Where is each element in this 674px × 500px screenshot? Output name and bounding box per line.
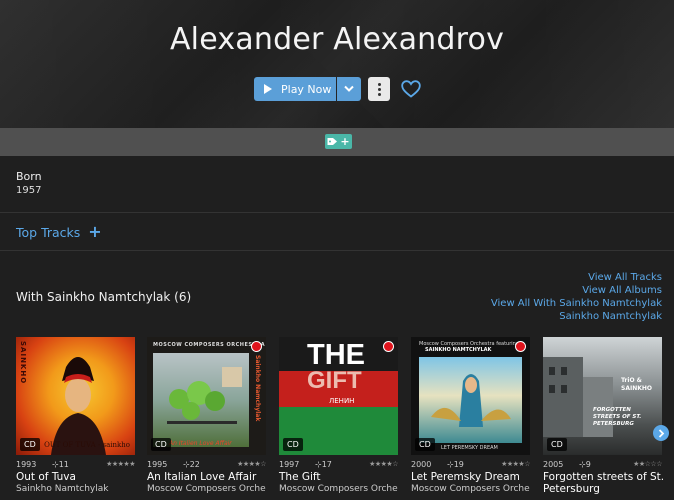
album-play-count: ⊹11 [52,459,69,469]
album-artist[interactable]: Sainkho Namtchylak [16,484,135,494]
album-card: THE GIFT ЛЕНИН CD 1997 ⊹17 ★★★★☆ The Gif… [279,337,398,494]
album-title[interactable]: Forgotten streets of St. Petersburg [543,471,665,495]
record-icon [515,341,526,352]
album-card: Moscow Composers Orchestra featuring SAI… [411,337,530,494]
rating-stars: ★★★★☆ [501,460,530,468]
tag-icon [327,138,338,145]
format-badge: CD [20,438,40,451]
cover-bottom-text: LET PEREMSKY DREAM [441,445,498,451]
more-options-button[interactable] [368,77,390,101]
album-artist[interactable]: Moscow Composers Orchestra [411,484,530,494]
cover-sub-text: SAINKHO NAMTCHYLAK [425,347,492,353]
record-icon [383,341,394,352]
album-artist[interactable]: Moscow Composers Orchestra [147,484,266,494]
format-badge: CD [547,438,567,451]
view-all-tracks-link[interactable]: View All Tracks [491,271,662,284]
album-card: TriO & SAINKHO FORGOTTEN STREETS OF ST. … [543,337,665,495]
cover-side-text: Sainkho Namchylak [254,355,261,422]
album-meta: 1997 ⊹17 ★★★★☆ [279,459,398,469]
album-title[interactable]: The Gift [279,471,398,483]
born-info: Born 1957 [16,170,42,196]
album-cover[interactable]: THE GIFT ЛЕНИН CD [279,337,398,455]
album-artist[interactable]: Moscow Composers Orchestra [279,484,398,494]
divider [0,250,674,251]
album-title[interactable]: Let Peremsky Dream [411,471,530,483]
tag-bar: + [0,128,674,156]
cover-small-text: ЛЕНИН [329,397,355,405]
album-cover[interactable]: MOSCOW COMPOSERS ORCHESTRA Sainkho Namch… [147,337,266,455]
born-year: 1957 [16,185,42,196]
top-tracks-label: Top Tracks [16,224,81,240]
format-badge: CD [151,438,171,451]
play-now-label: Play Now [281,82,332,96]
album-year: 1995 [147,459,168,469]
album-year: 1997 [279,459,300,469]
album-meta: 2005 ⊹9 ★★☆☆☆ [543,459,662,469]
plus-icon: + [88,222,102,241]
cover-side-text: SAINKHO [19,341,27,385]
collab-heading: With Sainkho Namtchylak (6) [16,290,192,304]
album-carousel: SAINKHO OUT OF TUVA - sainkho CD 1993 ⊹1… [16,337,674,500]
album-cover[interactable]: Moscow Composers Orchestra featuring SAI… [411,337,530,455]
album-card: MOSCOW COMPOSERS ORCHESTRA Sainkho Namch… [147,337,266,494]
cover-bottom-text: An Italien Love Affair [169,440,232,447]
divider [0,212,674,213]
play-icon [264,84,272,94]
album-play-count: ⊹9 [579,459,591,469]
top-tracks-toggle[interactable]: Top Tracks + [16,224,102,240]
album-meta: 2000 ⊹19 ★★★★☆ [411,459,530,469]
album-play-count: ⊹22 [183,459,200,469]
album-card: SAINKHO OUT OF TUVA - sainkho CD 1993 ⊹1… [16,337,135,494]
cover-text: MOSCOW COMPOSERS ORCHESTRA [153,342,266,348]
album-year: 1993 [16,459,37,469]
album-play-count: ⊹17 [315,459,332,469]
format-badge: CD [415,438,435,451]
born-label: Born [16,170,42,183]
album-cover[interactable]: SAINKHO OUT OF TUVA - sainkho CD [16,337,135,455]
artist-controls: Play Now [254,77,422,101]
plus-icon: + [340,135,350,148]
artist-name: Alexander Alexandrov [169,22,505,57]
artist-link[interactable]: Sainkho Namtchylak [491,310,662,323]
view-all-albums-link[interactable]: View All Albums [491,284,662,297]
more-dot-icon [377,82,381,86]
album-year: 2000 [411,459,432,469]
cover-text: TriO & SAINKHO [621,377,652,392]
record-icon [251,341,262,352]
artist-hero: Alexander Alexandrov Play Now [0,0,674,128]
play-options-dropdown[interactable] [337,77,361,101]
rating-stars: ★★★★☆ [369,460,398,468]
format-badge: CD [283,438,303,451]
rating-stars: ★★☆☆☆ [633,460,662,468]
rating-stars: ★★★★☆ [237,460,266,468]
cover-title-text: GIFT [307,367,362,394]
view-links: View All Tracks View All Albums View All… [491,271,662,323]
carousel-next-button[interactable] [653,425,669,441]
favorite-button[interactable] [400,78,422,100]
cover-text: OUT OF TUVA - sainkho [44,441,130,449]
more-dot-icon [377,87,381,91]
chevron-down-icon [344,85,354,92]
cover-bottom-text: FORGOTTEN STREETS OF ST. PETERSBURG [593,407,642,427]
album-title[interactable]: An Italian Love Affair [147,471,266,483]
album-year: 2005 [543,459,564,469]
heart-icon [401,80,421,98]
add-tag-button[interactable]: + [325,134,352,149]
album-meta: 1993 ⊹11 ★★★★★ [16,459,135,469]
album-title[interactable]: Out of Tuva [16,471,135,483]
album-meta: 1995 ⊹22 ★★★★☆ [147,459,266,469]
view-all-with-link[interactable]: View All With Sainkho Namtchylak [491,297,662,310]
play-now-button[interactable]: Play Now [254,77,336,101]
rating-stars: ★★★★★ [106,460,135,468]
album-cover[interactable]: TriO & SAINKHO FORGOTTEN STREETS OF ST. … [543,337,662,455]
more-dot-icon [377,92,381,96]
chevron-right-icon [658,428,664,438]
album-play-count: ⊹19 [447,459,464,469]
